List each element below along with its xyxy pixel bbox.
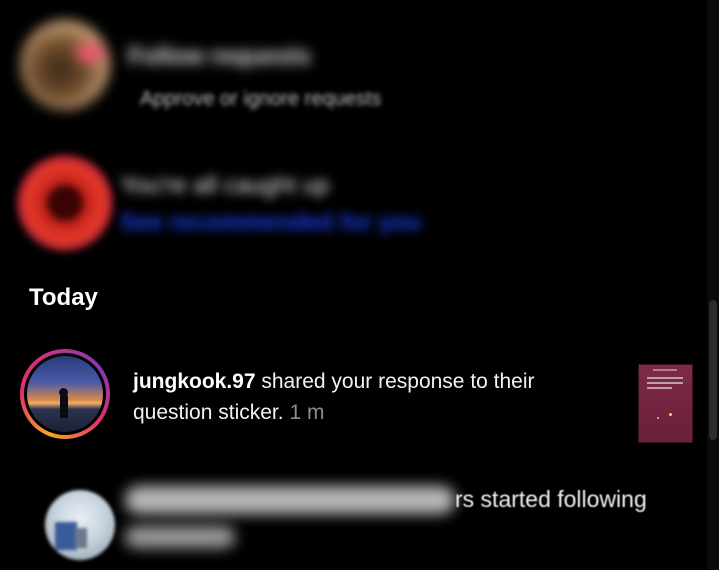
notification-username[interactable]: jungkook.97 [133,370,256,393]
follow-notification-row[interactable]: rs started following [0,470,700,570]
scrollbar-track[interactable] [707,0,719,570]
follow-requests-title: Follow requests [128,43,311,70]
caught-up-title: You're all caught up [120,172,330,199]
caught-up-link[interactable]: See recommended for you [120,209,421,237]
today-section-header: Today [29,284,98,311]
person-silhouette-icon [60,394,68,418]
notification-text: jungkook.97 shared your response to thei… [133,366,613,428]
follow-notification-time [125,526,235,548]
story-ring[interactable] [20,349,110,439]
user-avatar [27,356,103,432]
notification-time: 1 m [289,401,325,424]
follower-names-blurred [125,486,455,514]
follower-avatar [45,490,115,560]
follow-notification-text: rs started following [455,486,647,512]
story-response-thumbnail[interactable] [638,364,693,443]
follow-requests-row[interactable]: Follow requests Approve or ignore reques… [0,10,700,120]
caught-up-row[interactable]: You're all caught up See recommended for… [0,145,700,265]
follow-requests-subtitle: Approve or ignore requests [140,88,382,110]
follow-requests-avatar [20,20,110,110]
caught-up-avatar [17,155,113,251]
scrollbar-thumb[interactable] [709,300,717,440]
activity-page: Follow requests Approve or ignore reques… [0,0,719,570]
